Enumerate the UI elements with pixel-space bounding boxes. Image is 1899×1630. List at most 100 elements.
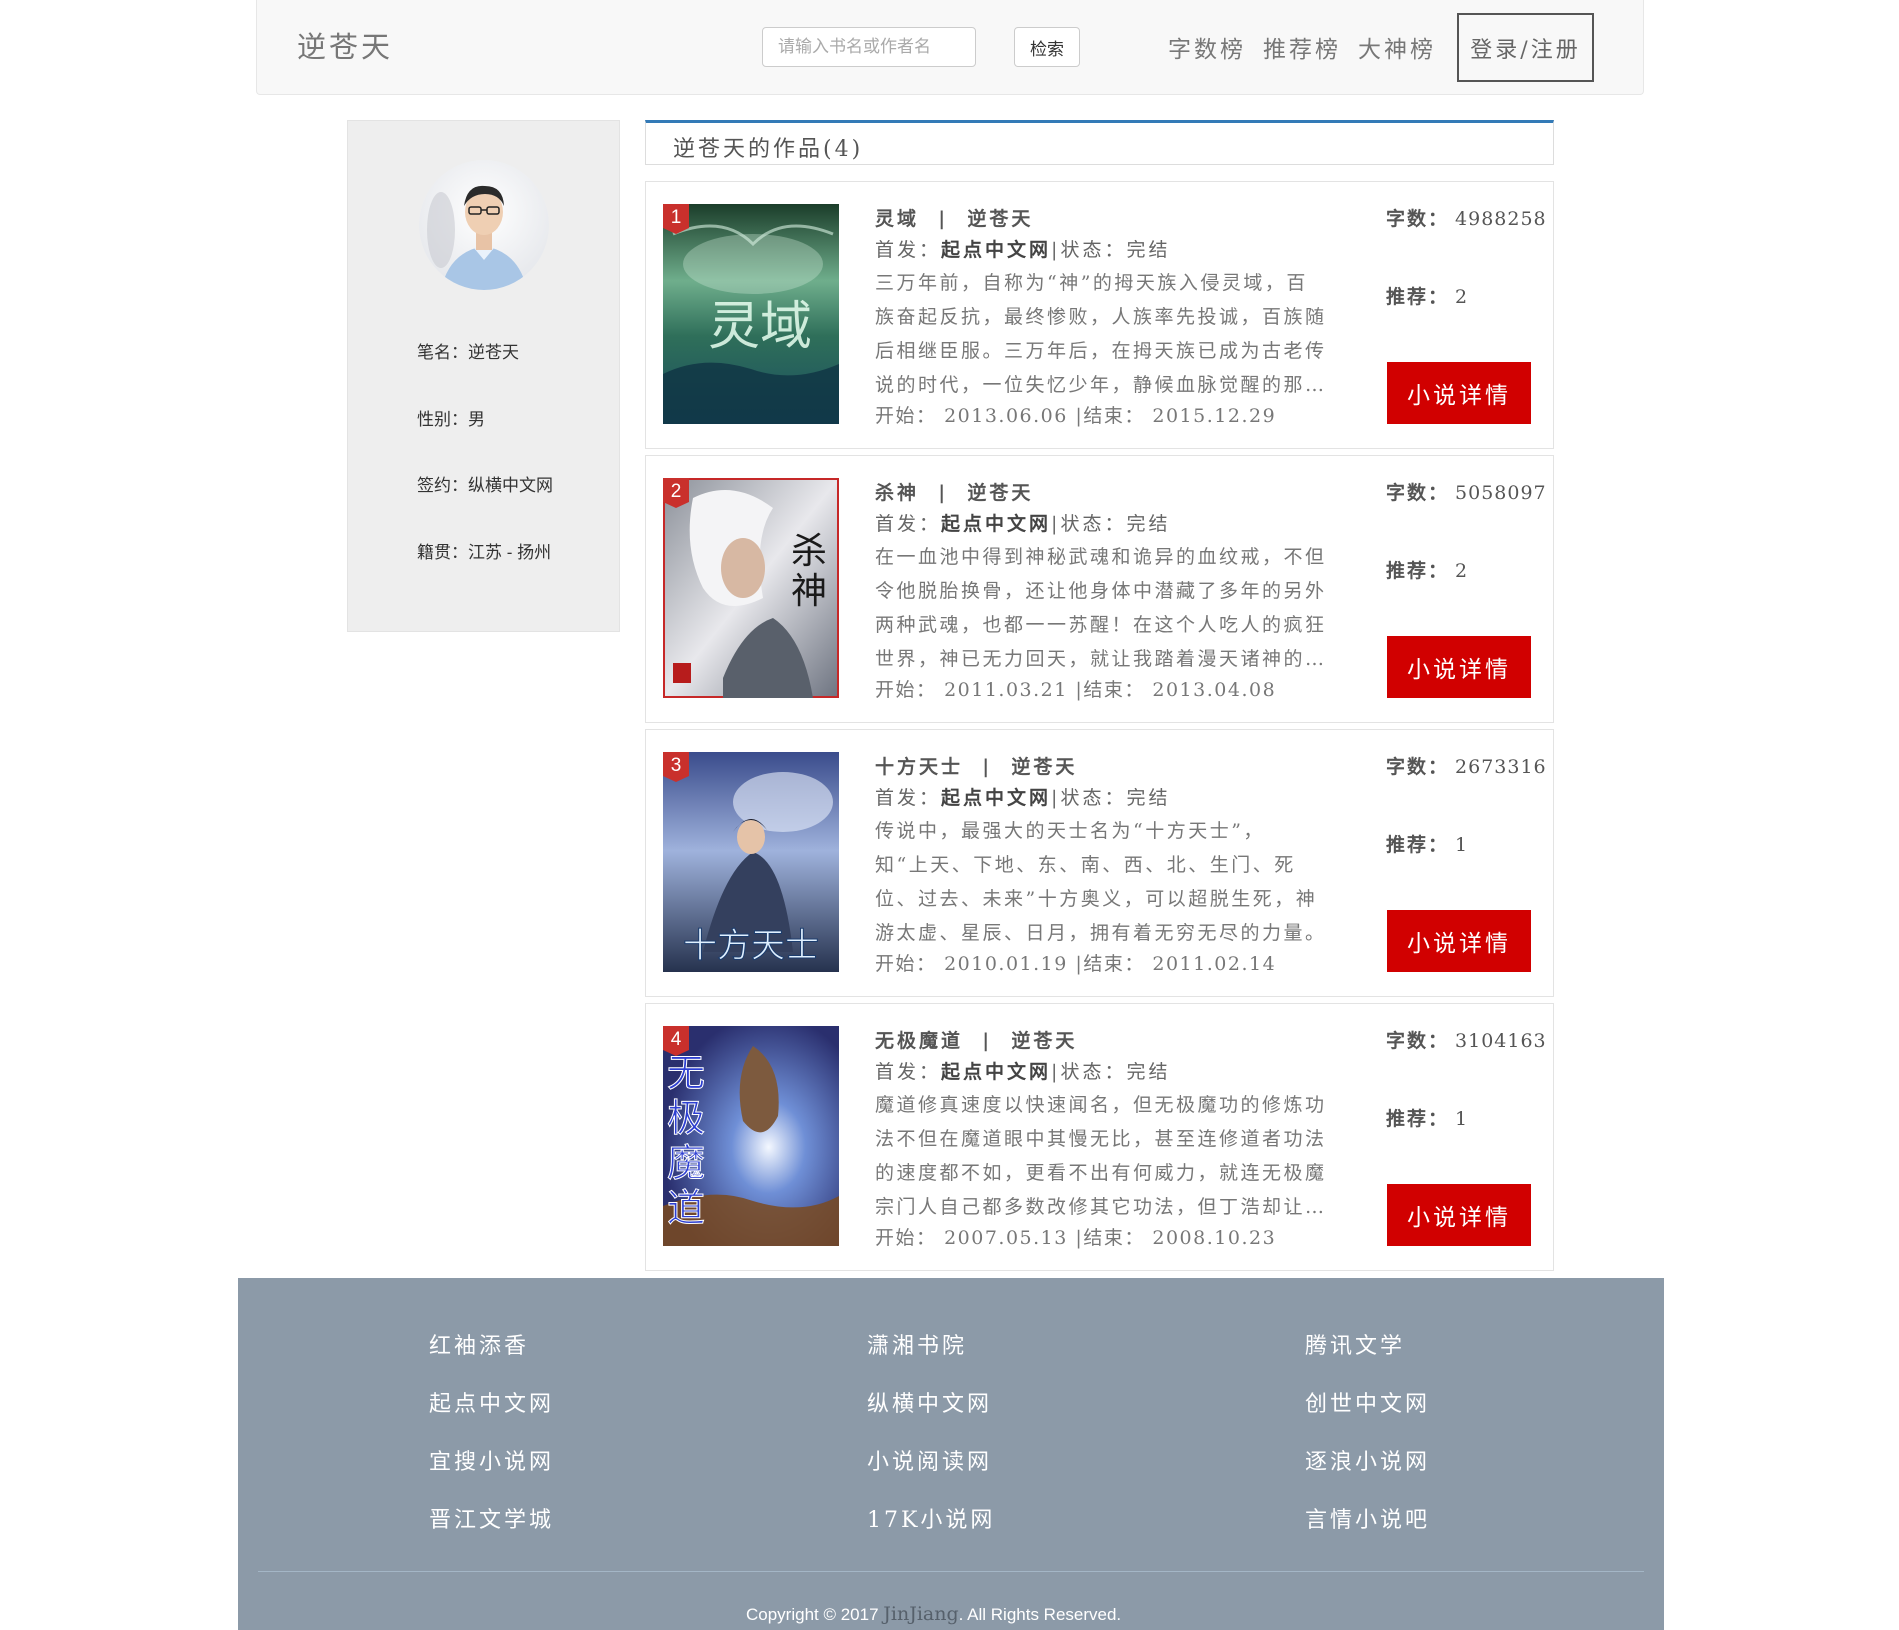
book-author: 逆苍天 [967,208,1034,230]
author-profile-card: 笔名：逆苍天 性别：男 签约：纵横中文网 籍贯：江苏 - 扬州 [347,120,620,632]
separator: | [938,208,949,230]
profile-gender: 性别：男 [417,410,485,429]
book-description: 传说中，最强大的天士名为“十方天士”， 知“上天、下地、东、南、西、北、生门、死位… [875,820,1327,944]
book-status: 完结 [1126,239,1171,261]
book-cover-image[interactable]: 灵域 [663,204,839,424]
book-dates: 开始： 2013.06.06 |结束： 2015.12.29 [875,405,1277,427]
svg-text:无: 无 [667,1051,705,1095]
book-meta: 首发：起点中文网|状态：完结 [875,239,1171,261]
book-name: 杀神 [875,482,920,504]
end-date: 2013.04.08 [1152,679,1277,701]
svg-text:道: 道 [667,1186,705,1230]
nav-recommend-rank[interactable]: 推荐榜 [1263,30,1341,64]
works-title: 逆苍天的作品(4) [673,137,864,162]
book-author: 逆苍天 [967,482,1034,504]
book-author: 逆苍天 [1011,1030,1078,1052]
book-dates: 开始： 2010.01.19 |结束： 2011.02.14 [875,953,1277,975]
cover-title-text: 十方天士 [683,926,819,966]
profile-origin: 籍贯：江苏 - 扬州 [417,543,552,562]
recommend-count: 推荐： 1 [1386,1108,1470,1130]
footer-link[interactable]: 言情小说吧 [1305,1502,1430,1534]
book-title-line[interactable]: 无极魔道 | 逆苍天 [875,1026,1077,1053]
rank-badge: 1 [663,204,689,234]
book-status: 完结 [1126,513,1171,535]
first-pub-site: 起点中文网 [941,787,1052,809]
book-description: 三万年前，自称为“神”的拇天族入侵灵域，百 族奋起反抗，最终惨败，人族率先投诚，百… [875,272,1327,396]
book-status: 完结 [1126,1061,1171,1083]
login-register-button[interactable]: 登录/注册 [1457,13,1594,82]
novel-detail-button[interactable]: 小说详情 [1387,910,1531,972]
book-meta: 首发：起点中文网|状态：完结 [875,1061,1171,1083]
book-cover-image[interactable]: 杀 神 [663,478,839,698]
footer: 红袖添香 潇湘书院 腾讯文学 起点中文网 纵横中文网 创世中文网 宜搜小说网 小… [238,1278,1664,1630]
book-author: 逆苍天 [1011,756,1078,778]
footer-link[interactable]: 17K小说网 [867,1502,995,1534]
book-title-line[interactable]: 十方天士 | 逆苍天 [875,752,1077,779]
word-count: 字数： 2673316 [1386,756,1547,778]
copyright-brand: JinJiang [883,1603,959,1625]
footer-link[interactable]: 小说阅读网 [867,1444,992,1476]
book-meta: 首发：起点中文网|状态：完结 [875,513,1171,535]
footer-link[interactable]: 腾讯文学 [1305,1328,1405,1360]
avatar [419,160,549,290]
end-date: 2008.10.23 [1152,1227,1277,1249]
footer-divider [258,1571,1644,1572]
cover-title-char-1: 杀 [791,531,827,572]
book-title-line[interactable]: 杀神 | 逆苍天 [875,478,1033,505]
footer-link[interactable]: 纵横中文网 [867,1386,992,1418]
svg-text:魔: 魔 [667,1141,705,1185]
nav-master-rank[interactable]: 大神榜 [1358,30,1436,64]
cover-title-text: 灵域 [708,297,812,357]
profile-signed-site: 签约：纵横中文网 [417,476,553,495]
footer-link[interactable]: 晋江文学城 [429,1502,554,1534]
brand-logo[interactable]: 逆苍天 [297,24,393,66]
start-date: 2010.01.19 [944,953,1068,975]
nav-word-count-rank[interactable]: 字数榜 [1168,30,1246,64]
book-name: 十方天士 [875,756,964,778]
book-name: 无极魔道 [875,1030,964,1052]
separator: | [982,756,993,778]
search-button[interactable]: 检索 [1014,27,1080,67]
rank-badge: 4 [663,1026,689,1056]
start-date: 2007.05.13 [944,1227,1068,1249]
footer-link[interactable]: 宜搜小说网 [429,1444,554,1476]
book-dates: 开始： 2007.05.13 |结束： 2008.10.23 [875,1227,1277,1249]
book-card: 无 极 魔 道 4 无极魔道 | 逆苍天 首发：起点中文网|状态：完结 魔道修真… [645,1003,1554,1271]
first-pub-site: 起点中文网 [941,513,1052,535]
word-count: 字数： 5058097 [1386,482,1547,504]
book-card: 灵域 1 灵域 | 逆苍天 首发：起点中文网|状态：完结 三万年前，自称为“神”… [645,181,1554,449]
word-count: 字数： 3104163 [1386,1030,1547,1052]
footer-link[interactable]: 起点中文网 [429,1386,554,1418]
book-card: 十方天士 3 十方天士 | 逆苍天 首发：起点中文网|状态：完结 传说中，最强大… [645,729,1554,997]
footer-link[interactable]: 创世中文网 [1305,1386,1430,1418]
cover-title-char-2: 神 [791,571,827,612]
novel-detail-button[interactable]: 小说详情 [1387,1184,1531,1246]
rank-badge: 3 [663,752,689,782]
start-date: 2013.06.06 [944,405,1068,427]
end-date: 2011.02.14 [1152,953,1277,975]
separator: | [938,482,949,504]
footer-link[interactable]: 潇湘书院 [867,1328,967,1360]
book-cover-image[interactable]: 无 极 魔 道 [663,1026,839,1246]
recommend-count: 推荐： 2 [1386,560,1470,582]
novel-detail-button[interactable]: 小说详情 [1387,362,1531,424]
book-name: 灵域 [875,208,920,230]
works-panel-header: 逆苍天的作品(4) [645,120,1554,165]
book-cover-image[interactable]: 十方天士 [663,752,839,972]
separator: | [982,1030,993,1052]
footer-link[interactable]: 红袖添香 [429,1328,529,1360]
rank-badge: 2 [663,478,689,508]
footer-link[interactable]: 逐浪小说网 [1305,1444,1430,1476]
start-date: 2011.03.21 [944,679,1068,701]
book-dates: 开始： 2011.03.21 |结束： 2013.04.08 [875,679,1277,701]
book-meta: 首发：起点中文网|状态：完结 [875,787,1171,809]
book-title-line[interactable]: 灵域 | 逆苍天 [875,204,1033,231]
first-pub-site: 起点中文网 [941,239,1052,261]
novel-detail-button[interactable]: 小说详情 [1387,636,1531,698]
svg-text:极: 极 [667,1096,705,1140]
profile-penname: 笔名：逆苍天 [417,343,519,362]
book-description: 魔道修真速度以快速闻名，但无极魔功的修炼功 法不但在魔道眼中其慢无比，甚至连修道者… [875,1094,1327,1218]
book-card: 杀 神 2 杀神 | 逆苍天 首发：起点中文网|状态：完结 在一血池中得到神秘武… [645,455,1554,723]
book-status: 完结 [1126,787,1171,809]
search-input[interactable] [762,27,976,67]
